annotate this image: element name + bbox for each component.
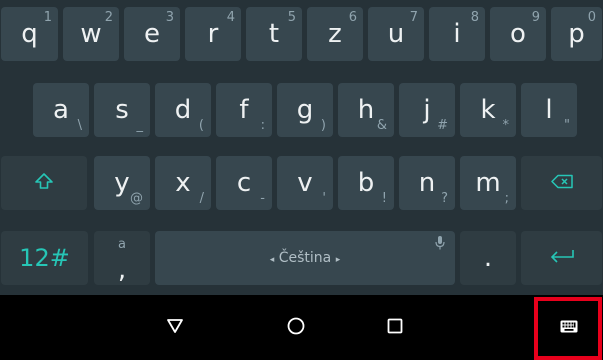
- key-hint: ;: [504, 191, 509, 206]
- key-hint: ?: [441, 191, 448, 206]
- back-button[interactable]: [145, 295, 205, 360]
- key-f[interactable]: f:: [216, 83, 272, 137]
- key-k[interactable]: k *: [460, 83, 516, 137]
- language-name: Čeština: [278, 250, 332, 266]
- comma-alt-hint: a: [118, 237, 126, 252]
- space-arrow-right: ▸: [335, 255, 341, 265]
- key-hint: 9: [531, 10, 540, 25]
- key-hint: _: [136, 118, 144, 133]
- shift-key[interactable]: [1, 156, 87, 210]
- key-d[interactable]: d(: [155, 83, 211, 137]
- key-hint: &: [376, 118, 387, 133]
- key-m[interactable]: m;: [460, 156, 516, 210]
- key-hint: 1: [43, 10, 52, 25]
- navigation-bar: [0, 295, 603, 360]
- key-b[interactable]: b!: [338, 156, 394, 210]
- key-hint: !: [381, 191, 387, 206]
- key-hint: 3: [165, 10, 174, 25]
- key-hint: 5: [287, 10, 296, 25]
- key-h[interactable]: h &: [338, 83, 394, 137]
- period-label: .: [483, 243, 493, 273]
- home-circle-icon: [287, 317, 305, 339]
- key-t[interactable]: t5: [246, 7, 302, 61]
- key-hint: 8: [470, 10, 479, 25]
- symbols-label: 12#: [19, 244, 70, 272]
- comma-key[interactable]: a ,: [94, 231, 150, 285]
- key-hint: 2: [104, 10, 113, 25]
- key-hint: ): [320, 118, 326, 133]
- space-arrow-left: ◂: [269, 255, 275, 265]
- key-r[interactable]: r4: [185, 7, 241, 61]
- space-language-label: ◂ Čeština ▸: [155, 250, 455, 266]
- highlight-box: [534, 297, 602, 360]
- key-x[interactable]: x /: [155, 156, 211, 210]
- key-hint: 6: [348, 10, 357, 25]
- back-triangle-icon: [166, 318, 184, 338]
- key-e[interactable]: e3: [124, 7, 180, 61]
- key-q[interactable]: q1: [1, 7, 58, 61]
- symbols-key[interactable]: 12#: [1, 231, 88, 285]
- key-hint: #: [437, 118, 448, 133]
- key-o[interactable]: o9: [490, 7, 546, 61]
- key-hint: ': [322, 191, 326, 206]
- key-s[interactable]: s _: [94, 83, 150, 137]
- key-a[interactable]: a \: [33, 83, 89, 137]
- key-i[interactable]: i8: [429, 7, 485, 61]
- key-hint: (: [198, 118, 204, 133]
- key-y[interactable]: y @: [94, 156, 150, 210]
- key-l[interactable]: l ": [521, 83, 577, 137]
- recents-button[interactable]: [365, 295, 425, 360]
- key-c[interactable]: c-: [216, 156, 272, 210]
- keyboard: q1 w2 e3 r4 t5 z6 u7 i8 o9 p0 a \ s _ d( f…: [0, 0, 603, 295]
- key-g[interactable]: g): [277, 83, 333, 137]
- key-hint: 0: [587, 10, 596, 25]
- key-hint: *: [502, 118, 510, 133]
- backspace-key[interactable]: [521, 156, 602, 210]
- key-z[interactable]: z6: [307, 7, 363, 61]
- key-hint: -: [260, 191, 265, 206]
- recents-square-icon: [387, 318, 403, 338]
- mic-icon[interactable]: [435, 235, 445, 255]
- key-hint: \: [77, 118, 82, 133]
- key-hint: 7: [409, 10, 418, 25]
- key-j[interactable]: j #: [399, 83, 455, 137]
- key-hint: @: [130, 191, 143, 206]
- key-n[interactable]: n?: [399, 156, 455, 210]
- enter-key[interactable]: [521, 231, 602, 285]
- key-hint: :: [260, 118, 265, 133]
- comma-label: ,: [117, 255, 127, 285]
- key-hint: ": [564, 118, 570, 133]
- key-hint: 4: [226, 10, 235, 25]
- key-w[interactable]: w2: [63, 7, 119, 61]
- key-v[interactable]: v ': [277, 156, 333, 210]
- space-key[interactable]: ◂ Čeština ▸: [155, 231, 455, 285]
- backspace-icon: [550, 174, 573, 193]
- period-key[interactable]: .: [460, 231, 516, 285]
- key-hint: /: [199, 191, 204, 206]
- key-u[interactable]: u7: [368, 7, 424, 61]
- shift-icon: [34, 171, 54, 195]
- enter-icon: [549, 248, 575, 268]
- home-button[interactable]: [266, 295, 326, 360]
- key-p[interactable]: p0: [551, 7, 602, 61]
